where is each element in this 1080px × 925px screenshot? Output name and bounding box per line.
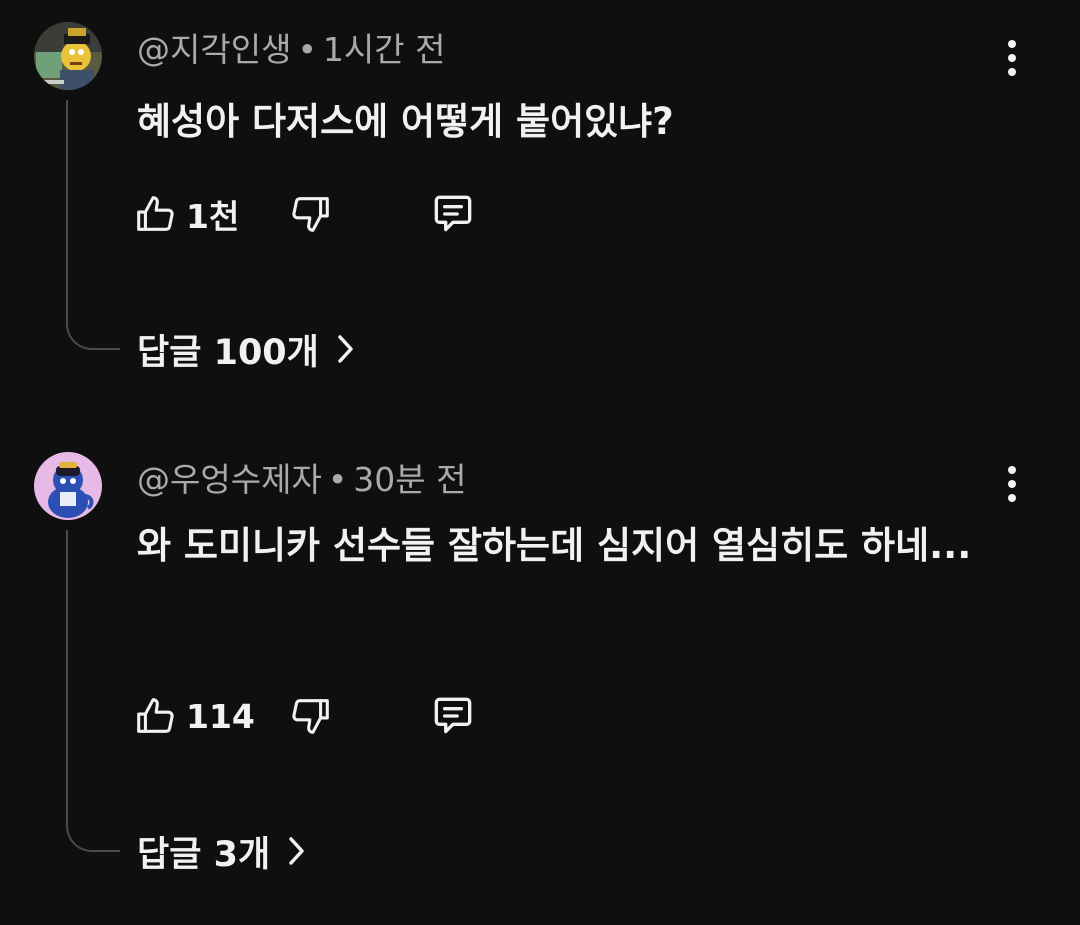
comment-time: 30분 전 — [353, 460, 467, 499]
like-button[interactable]: 1천 — [132, 186, 288, 242]
comment-time: 1시간 전 — [322, 30, 446, 69]
avatar[interactable] — [34, 22, 102, 90]
comment-actions: 1천 — [132, 186, 488, 242]
comment-text: 와 도미니카 선수들 잘하는데 심지어 열심히도 하네... — [137, 524, 972, 567]
comment-author[interactable]: @지각인생 — [137, 30, 291, 69]
comment-text: 혜성아 다저스에 어떻게 붙어있냐? — [137, 100, 674, 143]
more-dot — [1008, 494, 1016, 502]
more-dot — [1008, 466, 1016, 474]
reply-button[interactable] — [428, 186, 488, 242]
like-button[interactable]: 114 — [132, 688, 288, 744]
chevron-right-icon — [289, 837, 304, 865]
comment-meta: @지각인생 • 1시간 전 — [137, 30, 446, 70]
thumbs-down-icon — [292, 699, 329, 734]
replies-count-label: 답글 3개 — [137, 834, 271, 875]
blue-creature-avatar-icon — [34, 452, 102, 520]
more-dot — [1008, 68, 1016, 76]
thumbs-up-icon — [137, 196, 174, 231]
chevron-right-icon — [338, 335, 353, 363]
like-count: 1천 — [186, 197, 240, 236]
like-count: 114 — [186, 696, 255, 736]
more-dot — [1008, 40, 1016, 48]
thread-connector-line — [66, 530, 120, 852]
more-options-button[interactable] — [992, 34, 1032, 82]
more-options-button[interactable] — [992, 460, 1032, 508]
comment-meta: @우엉수제자 • 30분 전 — [137, 460, 466, 500]
thumbs-up-icon — [137, 698, 174, 733]
more-dot — [1008, 54, 1016, 62]
view-replies-link[interactable]: 답글 3개 — [137, 826, 306, 876]
dislike-button[interactable] — [288, 688, 428, 744]
view-replies-link[interactable]: 답글 100개 — [137, 324, 355, 374]
avatar[interactable] — [34, 452, 102, 520]
replies-count-label: 답글 100개 — [137, 332, 319, 373]
meta-separator: • — [327, 460, 348, 499]
more-dot — [1008, 480, 1016, 488]
thread-connector-line — [66, 100, 120, 350]
meta-separator: • — [297, 30, 317, 69]
comment-author[interactable]: @우엉수제자 — [137, 460, 322, 499]
comment-reply-icon — [434, 697, 472, 734]
reply-button[interactable] — [428, 688, 488, 744]
dislike-button[interactable] — [288, 186, 428, 242]
comment-actions: 114 — [132, 688, 488, 744]
comments-page: @지각인생 • 1시간 전 혜성아 다저스에 어떻게 붙어있냐? 1천 답글 1… — [0, 0, 1080, 925]
cartoon-character-avatar-icon — [34, 22, 102, 90]
comment-reply-icon — [434, 195, 472, 232]
thumbs-down-icon — [292, 197, 329, 232]
